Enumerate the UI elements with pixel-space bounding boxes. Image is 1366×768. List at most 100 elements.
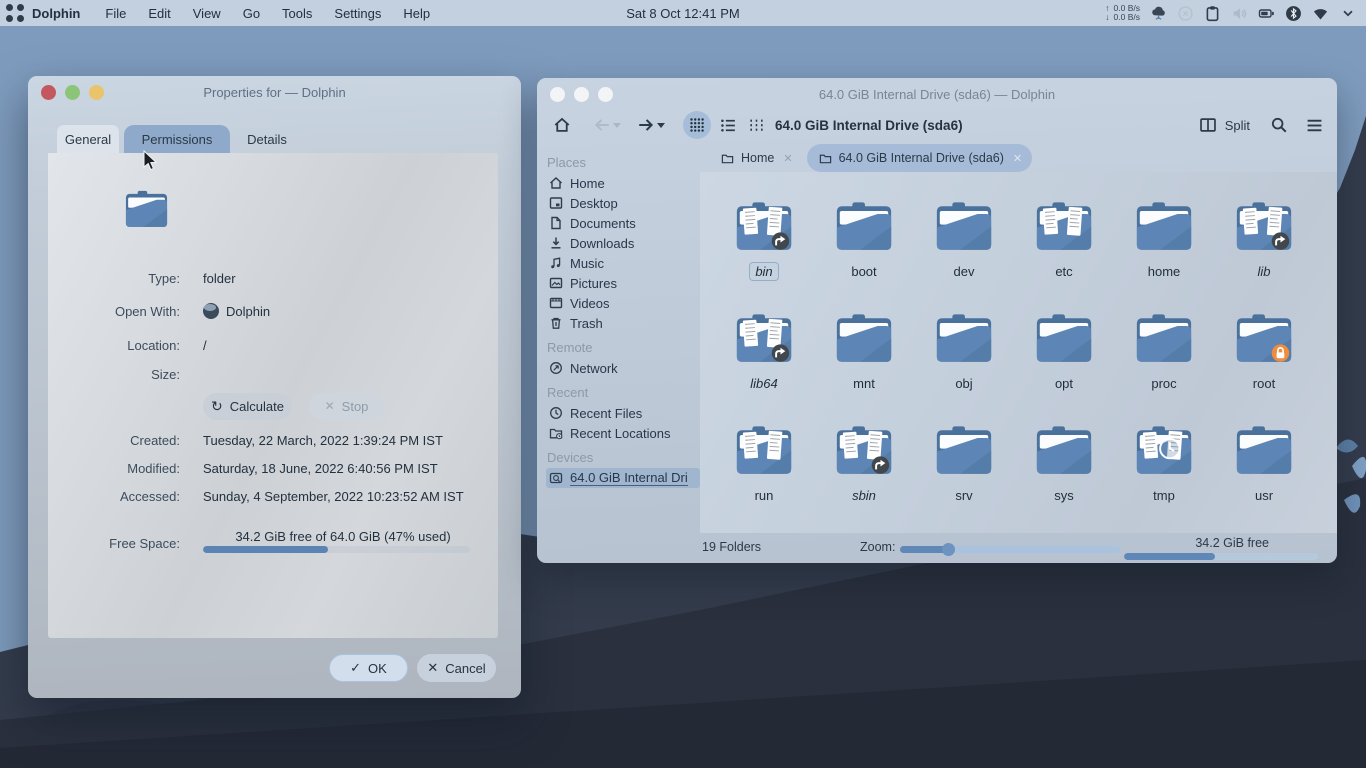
dolphin-titlebar[interactable]: 64.0 GiB Internal Drive (sda6) — Dolphin <box>537 78 1337 110</box>
folder-view[interactable]: bin boot dev etc home lib lib64 mnt obj … <box>700 172 1337 533</box>
search-icon[interactable] <box>1270 116 1288 134</box>
menu-hamburger-icon[interactable] <box>1306 118 1323 133</box>
folder-item-tmp[interactable]: tmp <box>1114 420 1214 532</box>
sidebar-item-desktop[interactable]: Desktop <box>546 193 700 213</box>
folder-icon <box>1033 308 1095 366</box>
tab-details[interactable]: Details <box>235 125 299 153</box>
clipboard-icon[interactable] <box>1204 5 1221 22</box>
menu-view[interactable]: View <box>182 6 232 21</box>
folder-icon <box>1233 196 1295 254</box>
location-title[interactable]: 64.0 GiB Internal Drive (sda6) <box>775 118 963 133</box>
compact-view-button[interactable] <box>748 117 765 134</box>
media-circle-icon[interactable] <box>1177 5 1194 22</box>
chevron-down-icon[interactable] <box>1339 5 1356 22</box>
network-speed-indicator[interactable]: ↑↓ 0.0 B/s0.0 B/s <box>1105 4 1140 22</box>
folder-label: opt <box>1050 375 1078 392</box>
sidebar-item-recent-locations[interactable]: Recent Locations <box>546 423 700 443</box>
forward-history-chevron[interactable] <box>657 123 665 128</box>
folder-item-boot[interactable]: boot <box>814 196 914 308</box>
sidebar-item-64-0-gib-internal-dri[interactable]: 64.0 GiB Internal Dri <box>546 468 700 488</box>
app-launcher-icon[interactable] <box>6 4 24 22</box>
sidebar-item-music[interactable]: Music <box>546 253 700 273</box>
folder-item-mnt[interactable]: mnt <box>814 308 914 420</box>
folder-icon <box>833 196 895 254</box>
menu-tools[interactable]: Tools <box>271 6 323 21</box>
folder-clock-icon <box>549 426 563 440</box>
folder-item-root[interactable]: root <box>1214 308 1314 420</box>
folder-item-proc[interactable]: proc <box>1114 308 1214 420</box>
sidebar-item-pictures[interactable]: Pictures <box>546 273 700 293</box>
home-icon <box>549 176 563 190</box>
maximize-window-button[interactable] <box>574 87 589 102</box>
folder-item-sys[interactable]: sys <box>1014 420 1114 532</box>
properties-titlebar[interactable]: Properties for — Dolphin <box>28 76 521 108</box>
wifi-icon[interactable] <box>1312 5 1329 22</box>
close-tab-icon[interactable]: ✕ <box>1013 152 1022 165</box>
back-button[interactable] <box>593 116 611 134</box>
forward-button[interactable] <box>637 116 655 134</box>
split-label[interactable]: Split <box>1225 118 1250 133</box>
bluetooth-icon[interactable] <box>1285 5 1302 22</box>
folder-item-srv[interactable]: srv <box>914 420 1014 532</box>
tab-label: Home <box>741 151 774 165</box>
folder-item-lib[interactable]: lib <box>1214 196 1314 308</box>
menu-settings[interactable]: Settings <box>323 6 392 21</box>
menu-help[interactable]: Help <box>392 6 441 21</box>
folder-item-usr[interactable]: usr <box>1214 420 1314 532</box>
volume-muted-icon[interactable] <box>1231 5 1248 22</box>
close-window-button[interactable] <box>41 85 56 100</box>
menu-go[interactable]: Go <box>232 6 271 21</box>
created-label: Created: <box>48 433 180 448</box>
ok-button[interactable]: ✓ OK <box>329 654 408 682</box>
sidebar-item-network[interactable]: Network <box>546 358 700 378</box>
zoom-slider[interactable] <box>900 546 1120 553</box>
stop-button[interactable]: ✕ Stop <box>309 393 384 420</box>
sidebar-item-documents[interactable]: Documents <box>546 213 700 233</box>
folder-item-obj[interactable]: obj <box>914 308 1014 420</box>
folder-label: mnt <box>848 375 880 392</box>
open-with-label: Open With: <box>48 304 180 319</box>
folder-item-opt[interactable]: opt <box>1014 308 1114 420</box>
sidebar-item-recent-files[interactable]: Recent Files <box>546 403 700 423</box>
browser-tab-2[interactable]: 64.0 GiB Internal Drive (sda6)✕ <box>807 144 1033 172</box>
sidebar-item-home[interactable]: Home <box>546 173 700 193</box>
split-view-icon[interactable] <box>1199 116 1217 134</box>
sidebar-item-downloads[interactable]: Downloads <box>546 233 700 253</box>
menu-edit[interactable]: Edit <box>137 6 181 21</box>
folder-item-bin[interactable]: bin <box>714 196 814 308</box>
icons-view-button[interactable] <box>683 111 711 139</box>
details-view-button[interactable] <box>720 117 737 134</box>
network-cloud-icon[interactable] <box>1150 5 1167 22</box>
battery-icon[interactable] <box>1258 5 1275 22</box>
folder-item-etc[interactable]: etc <box>1014 196 1114 308</box>
home-button[interactable] <box>553 116 571 134</box>
cancel-button[interactable]: ✕ Cancel <box>417 654 496 682</box>
menu-file[interactable]: File <box>94 6 137 21</box>
minimize-window-button[interactable] <box>89 85 104 100</box>
back-history-chevron[interactable] <box>613 123 621 128</box>
active-app-name[interactable]: Dolphin <box>32 6 80 21</box>
trash-icon <box>549 316 563 330</box>
folder-item-run[interactable]: run <box>714 420 814 532</box>
items-count: 19 Folders <box>702 540 761 554</box>
browser-tab-1[interactable]: Home ✕ <box>709 144 803 172</box>
folder-icon <box>1233 420 1295 478</box>
zoom-slider-handle[interactable] <box>942 543 955 556</box>
tab-permissions[interactable]: Permissions <box>124 125 230 153</box>
tab-general[interactable]: General <box>57 125 119 153</box>
minimize-window-button[interactable] <box>598 87 613 102</box>
maximize-window-button[interactable] <box>65 85 80 100</box>
folder-label: dev <box>949 263 980 280</box>
folder-item-lib64[interactable]: lib64 <box>714 308 814 420</box>
dolphin-toolbar: 64.0 GiB Internal Drive (sda6) Split <box>537 108 1337 142</box>
calculate-button[interactable]: ↻ Calculate <box>203 393 292 420</box>
modified-value: Saturday, 18 June, 2022 6:40:56 PM IST <box>203 461 438 476</box>
folder-icon <box>933 308 995 366</box>
sidebar-item-trash[interactable]: Trash <box>546 313 700 333</box>
sidebar-item-videos[interactable]: Videos <box>546 293 700 313</box>
folder-item-home[interactable]: home <box>1114 196 1214 308</box>
close-tab-icon[interactable]: ✕ <box>783 152 792 165</box>
folder-item-sbin[interactable]: sbin <box>814 420 914 532</box>
folder-item-dev[interactable]: dev <box>914 196 1014 308</box>
close-window-button[interactable] <box>550 87 565 102</box>
